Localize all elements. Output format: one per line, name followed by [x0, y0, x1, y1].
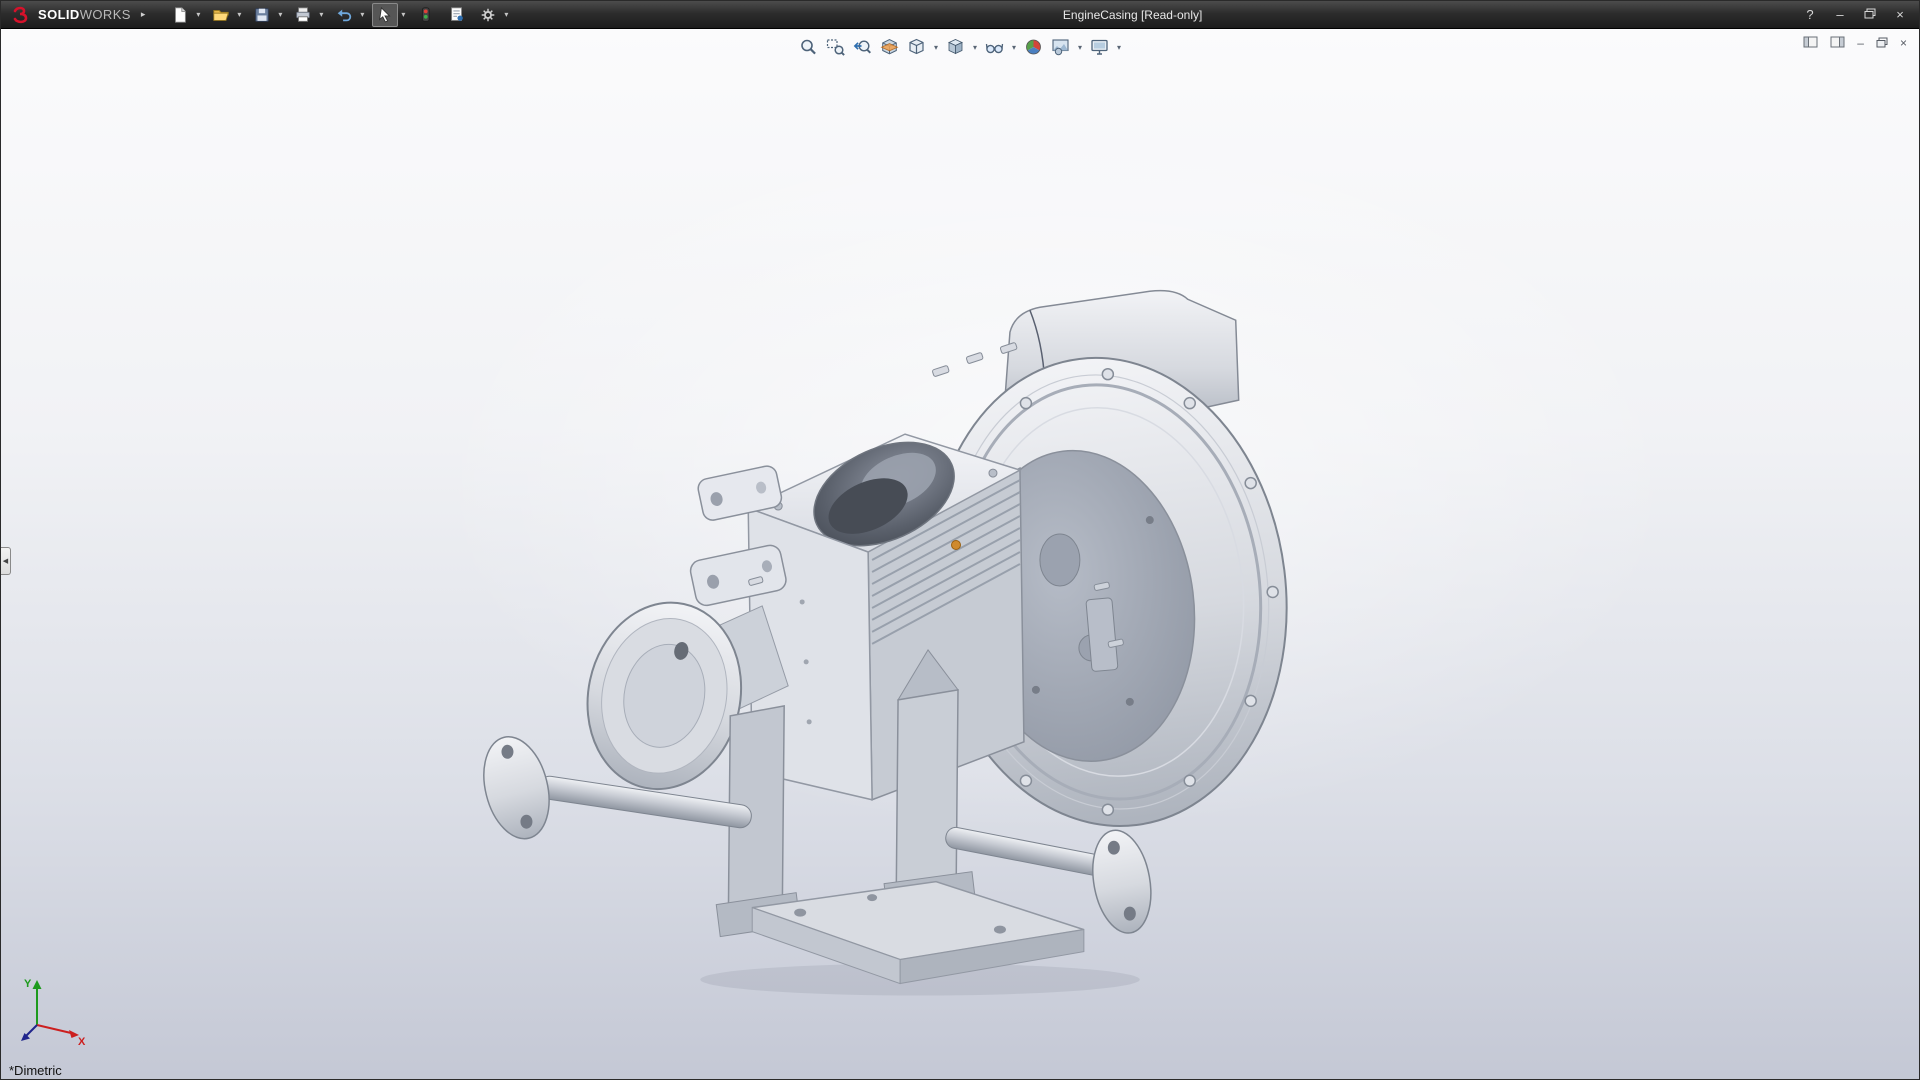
previous-view-icon: [853, 37, 873, 57]
restore-icon: [1864, 8, 1876, 19]
help-button[interactable]: ?: [1803, 8, 1817, 21]
options-button[interactable]: [475, 3, 501, 27]
select-dropdown[interactable]: ▾: [398, 10, 408, 19]
zoom-to-area-icon: [826, 37, 846, 57]
select-button[interactable]: [372, 3, 398, 27]
show-right-pane-button[interactable]: [1830, 36, 1845, 50]
heads-up-toolbar: ▾ ▾ ▾: [797, 36, 1124, 58]
scene-icon: [1051, 37, 1071, 57]
new-dropdown[interactable]: ▾: [193, 10, 203, 19]
glasses-icon: [985, 37, 1005, 57]
zoom-to-area-button[interactable]: [824, 36, 848, 58]
solidworks-logo: SOLIDWORKS: [1, 1, 139, 28]
new-button[interactable]: [167, 3, 193, 27]
document-window-controls: – ×: [1803, 36, 1907, 50]
new-document-icon: [171, 6, 189, 24]
brand-text: SOLIDWORKS: [38, 7, 131, 22]
open-folder-icon: [212, 6, 230, 24]
menu-flyout-arrow[interactable]: ▸: [141, 9, 146, 20]
options-dropdown[interactable]: ▾: [501, 10, 511, 19]
rebuild-icon: [417, 6, 435, 24]
view-orientation-dropdown[interactable]: ▾: [932, 43, 941, 52]
apply-scene-dropdown[interactable]: ▾: [1076, 43, 1085, 52]
view-orientation-button[interactable]: [905, 36, 929, 58]
y-axis-label: Y: [24, 978, 32, 990]
rebuild-button[interactable]: [413, 3, 439, 27]
display-style-dropdown[interactable]: ▾: [971, 43, 980, 52]
close-button[interactable]: ×: [1893, 8, 1907, 21]
print-button[interactable]: [290, 3, 316, 27]
view-settings-icon: [1090, 37, 1110, 57]
zoom-to-fit-button[interactable]: [797, 36, 821, 58]
zoom-to-fit-icon: [799, 37, 819, 57]
y-axis-arrow: [33, 980, 42, 989]
doc-restore-button[interactable]: [1876, 37, 1888, 50]
main-toolbar: ▾ ▾ ▾: [167, 3, 515, 27]
show-left-pane-button[interactable]: [1803, 36, 1818, 50]
open-dropdown[interactable]: ▾: [234, 10, 244, 19]
hide-show-items-dropdown[interactable]: ▾: [1010, 43, 1019, 52]
orientation-triad[interactable]: Y X: [17, 973, 89, 1051]
file-properties-button[interactable]: [444, 3, 470, 27]
collapse-arrow-icon: ◀: [3, 557, 8, 565]
save-button[interactable]: [249, 3, 275, 27]
appearance-ball-icon: [1024, 37, 1044, 57]
section-view-icon: [880, 37, 900, 57]
doc-close-button[interactable]: ×: [1900, 37, 1907, 49]
hide-show-items-button[interactable]: [983, 36, 1007, 58]
display-style-cube-icon: [946, 37, 966, 57]
pane-left-icon: [1803, 36, 1818, 48]
orange-pin: [952, 541, 961, 550]
engine-casing-model[interactable]: [1, 29, 1919, 1079]
select-cursor-icon: [376, 6, 394, 24]
display-style-button[interactable]: [944, 36, 968, 58]
featuremanager-collapse-tab[interactable]: ◀: [1, 547, 11, 575]
restore-button[interactable]: [1863, 8, 1877, 21]
view-orientation-cube-icon: [907, 37, 927, 57]
open-button[interactable]: [208, 3, 234, 27]
doc-minimize-button[interactable]: –: [1857, 37, 1864, 49]
print-dropdown[interactable]: ▾: [316, 10, 326, 19]
doc-restore-icon: [1876, 37, 1888, 48]
save-icon: [253, 6, 271, 24]
apply-scene-button[interactable]: [1049, 36, 1073, 58]
titlebar: SOLIDWORKS ▸ ▾ ▾: [1, 1, 1919, 29]
edit-appearance-button[interactable]: [1022, 36, 1046, 58]
pane-right-icon: [1830, 36, 1845, 48]
undo-button[interactable]: [331, 3, 357, 27]
3ds-logo-icon: [11, 6, 33, 24]
undo-icon: [335, 6, 353, 24]
view-settings-button[interactable]: [1088, 36, 1112, 58]
window-title: EngineCasing [Read-only]: [1063, 8, 1202, 22]
minimize-button[interactable]: –: [1833, 8, 1847, 21]
view-settings-dropdown[interactable]: ▾: [1115, 43, 1124, 52]
options-gear-icon: [479, 6, 497, 24]
solidworks-window: SOLIDWORKS ▸ ▾ ▾: [0, 0, 1920, 1080]
orientation-label: *Dimetric: [9, 1063, 62, 1078]
save-dropdown[interactable]: ▾: [275, 10, 285, 19]
undo-dropdown[interactable]: ▾: [357, 10, 367, 19]
x-axis-label: X: [78, 1036, 86, 1048]
section-view-button[interactable]: [878, 36, 902, 58]
file-properties-icon: [448, 6, 466, 24]
graphics-area[interactable]: ▾ ▾ ▾: [1, 29, 1919, 1079]
app-window-controls: ? – ×: [1803, 8, 1919, 21]
print-icon: [294, 6, 312, 24]
previous-view-button[interactable]: [851, 36, 875, 58]
